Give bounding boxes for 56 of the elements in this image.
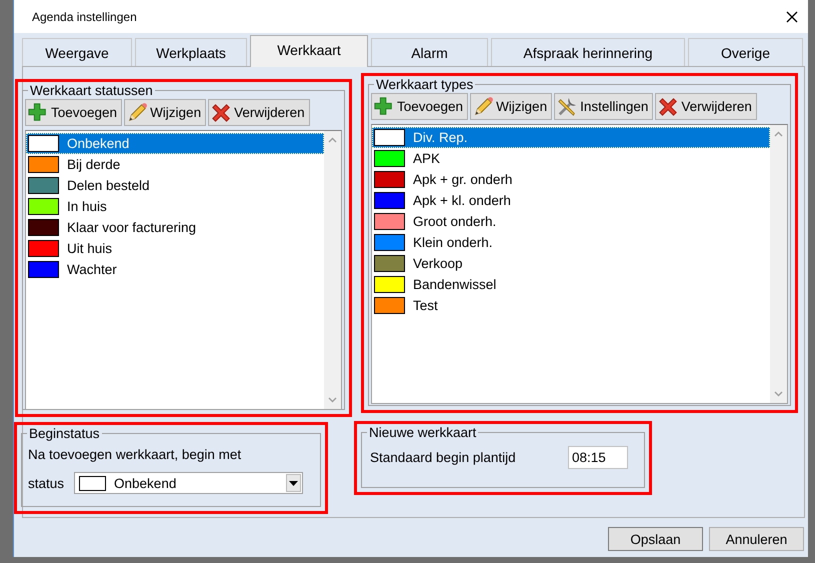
time-field[interactable]: 08:15: [568, 446, 628, 469]
tools-icon: [556, 96, 578, 118]
list-item[interactable]: Verkoop: [372, 253, 770, 274]
list-item[interactable]: APK: [372, 148, 770, 169]
list-item[interactable]: In huis: [26, 196, 324, 217]
group-title: Werkkaart types: [375, 77, 474, 92]
pencil-icon: [472, 96, 494, 118]
list-item[interactable]: Div. Rep.: [372, 127, 770, 148]
add-button[interactable]: Toevoegen: [371, 93, 468, 120]
description-text: Na toevoegen werkkaart, begin met: [27, 446, 242, 462]
status-dropdown[interactable]: Onbekend: [74, 472, 304, 494]
cross-icon: [210, 102, 232, 124]
group-title: Werkkaart statussen: [29, 83, 154, 98]
list-item[interactable]: Bandenwissel: [372, 274, 770, 295]
list-item[interactable]: Delen besteld: [26, 175, 324, 196]
scroll-down-icon[interactable]: [774, 391, 783, 397]
delete-button[interactable]: Verwijderen: [208, 99, 310, 126]
dialog-button[interactable]: Opslaan: [608, 527, 703, 551]
edit-button[interactable]: Wijzigen: [470, 93, 552, 120]
close-icon[interactable]: [786, 10, 798, 22]
dialog-button[interactable]: Annuleren: [709, 527, 804, 551]
list-item[interactable]: Uit huis: [26, 238, 324, 259]
plus-icon: [373, 96, 395, 118]
delete-button[interactable]: Verwijderen: [655, 93, 757, 120]
list-item[interactable]: Apk + gr. onderh: [372, 169, 770, 190]
edit-button[interactable]: Wijzigen: [124, 99, 206, 126]
scroll-up-icon[interactable]: [328, 137, 337, 143]
field-label: Standaard begin plantijd: [370, 450, 516, 465]
list-item[interactable]: Apk + kl. onderh: [372, 190, 770, 211]
tab[interactable]: Alarm: [371, 38, 488, 66]
scroll-down-icon[interactable]: [328, 397, 337, 403]
cross-icon: [657, 96, 680, 118]
list-item[interactable]: Bij derde: [26, 154, 324, 175]
group-title: Nieuwe werkkaart: [368, 425, 478, 440]
tab[interactable]: Overige: [688, 38, 803, 66]
list-item[interactable]: Wachter: [26, 259, 324, 280]
dropdown-value: Onbekend: [114, 476, 178, 490]
window-title: Agenda instellingen: [32, 10, 137, 24]
list-item[interactable]: Klein onderh.: [372, 232, 770, 253]
field-label: status: [28, 476, 64, 490]
group-title: Beginstatus: [28, 426, 101, 441]
settings-button[interactable]: Instellingen: [554, 93, 654, 120]
list-item[interactable]: Onbekend: [26, 133, 324, 154]
plus-icon: [27, 102, 49, 124]
list-item[interactable]: Test: [372, 295, 770, 316]
scrollbar[interactable]: [324, 131, 341, 409]
tab[interactable]: Weergave: [22, 38, 132, 66]
scroll-up-icon[interactable]: [774, 131, 783, 137]
tab[interactable]: Afspraak herinnering: [491, 38, 685, 66]
tab[interactable]: Werkkaart: [250, 35, 368, 67]
tab[interactable]: Werkplaats: [135, 38, 247, 66]
pencil-icon: [126, 102, 148, 124]
list-item[interactable]: Klaar voor facturering: [26, 217, 324, 238]
add-button[interactable]: Toevoegen: [25, 99, 122, 126]
scrollbar[interactable]: [770, 125, 787, 403]
list-item[interactable]: Groot onderh.: [372, 211, 770, 232]
